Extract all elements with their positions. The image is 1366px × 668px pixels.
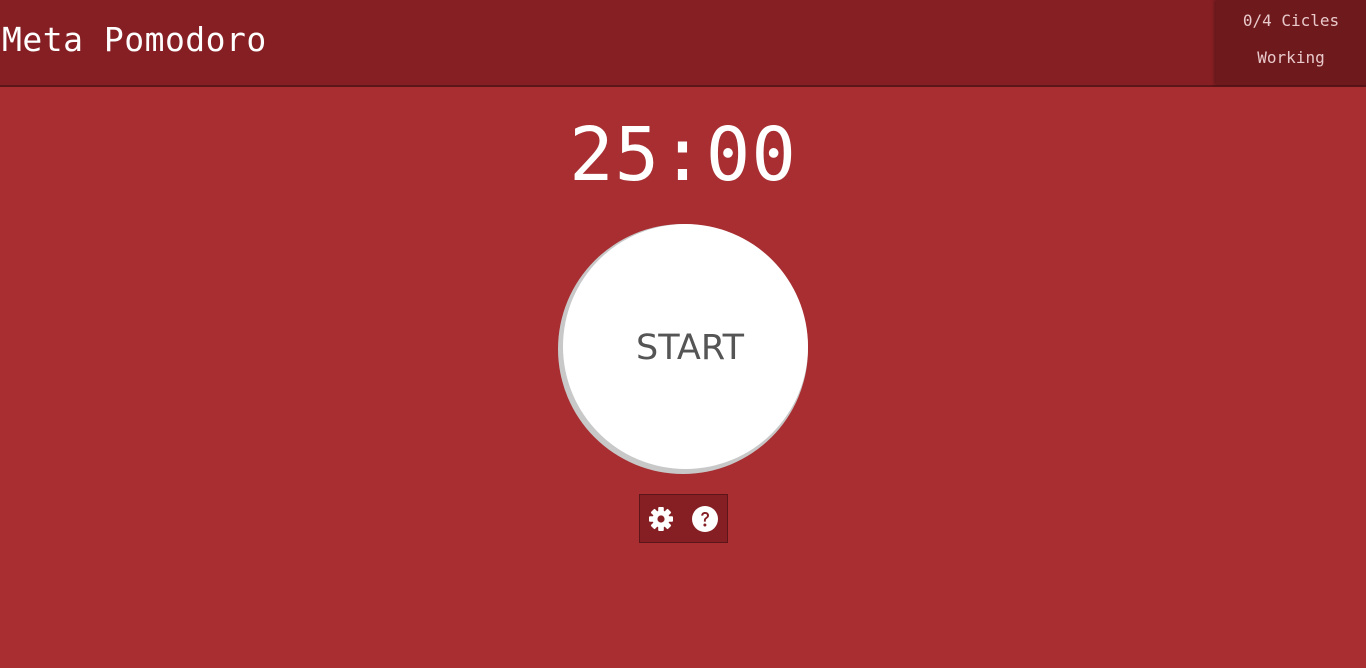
question-circle-icon [691, 505, 719, 533]
help-button[interactable] [691, 505, 719, 533]
app-title: Meta Pomodoro [2, 20, 267, 59]
mode-status: Working [1257, 48, 1325, 67]
status-panel: 0/4 Cicles Working [1216, 0, 1366, 85]
start-button-label: START [636, 328, 744, 368]
start-button-face: START [563, 224, 808, 469]
timer-display: 25:00 [569, 112, 797, 198]
gear-icon [647, 505, 675, 533]
settings-button[interactable] [647, 505, 675, 533]
start-button[interactable]: START [558, 224, 808, 474]
cycles-counter: 0/4 Cicles [1242, 11, 1340, 30]
toolbar [639, 494, 728, 543]
header-bar: Meta Pomodoro 0/4 Cicles Working [0, 0, 1366, 87]
